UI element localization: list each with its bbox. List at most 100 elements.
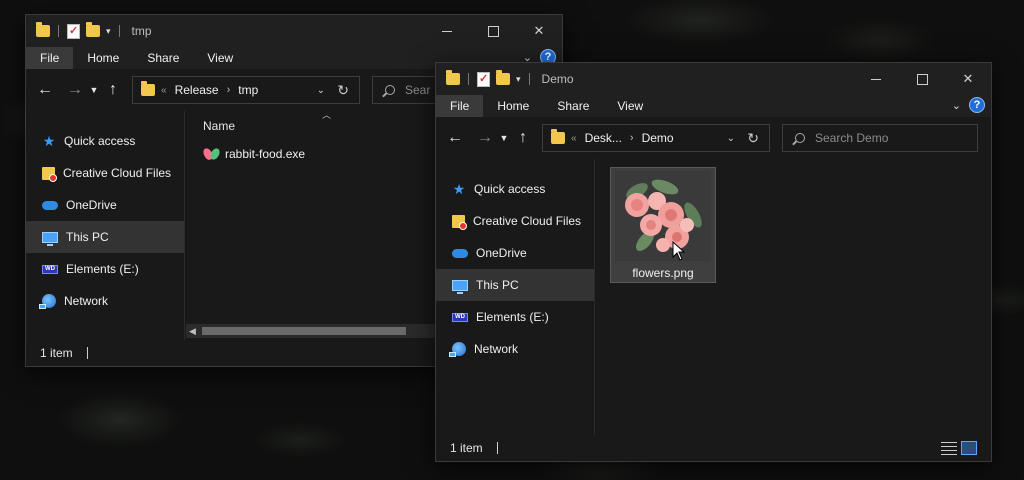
overflow-chevron-icon[interactable]: «: [161, 85, 167, 96]
search-placeholder: Search Demo: [815, 131, 889, 145]
sidebar-item-label: Creative Cloud Files: [63, 166, 172, 180]
sidebar-item-onedrive[interactable]: OneDrive: [26, 189, 184, 221]
close-button[interactable]: ✕: [516, 15, 562, 47]
toolbar-separator: [118, 25, 120, 37]
file-item[interactable]: rabbit-food.exe: [203, 147, 305, 161]
tab-view[interactable]: View: [193, 47, 247, 69]
breadcrumb-demo[interactable]: Demo: [642, 131, 674, 145]
tab-home[interactable]: Home: [483, 95, 543, 117]
large-icons-view-icon[interactable]: [961, 441, 977, 455]
caption-buttons: ✕: [424, 15, 562, 47]
forward-arrow-icon[interactable]: →: [64, 81, 86, 99]
exe-app-icon: [203, 147, 219, 161]
breadcrumb-tmp[interactable]: tmp: [238, 83, 258, 97]
toolbar-separator: [58, 25, 59, 37]
sidebar-item-quick-access[interactable]: ★ Quick access: [436, 173, 594, 205]
new-folder-icon[interactable]: [86, 22, 100, 37]
breadcrumb-separator-icon[interactable]: ›: [227, 84, 231, 96]
refresh-icon[interactable]: ↻: [747, 130, 759, 147]
toolbar-separator: [468, 73, 469, 85]
folder-icon[interactable]: [446, 70, 460, 85]
column-header-name[interactable]: Name: [203, 119, 235, 133]
sidebar-item-label: This PC: [66, 230, 109, 244]
properties-icon[interactable]: [477, 71, 490, 87]
tab-file[interactable]: File: [436, 95, 484, 117]
explorer-window-demo[interactable]: ▾ Demo ✕ File Home Share View ⌄ ? ← → ▼ …: [435, 62, 992, 462]
recent-locations-icon[interactable]: ▼: [86, 85, 102, 95]
address-dropdown-icon[interactable]: ⌄: [727, 133, 735, 144]
folder-icon[interactable]: [36, 22, 50, 37]
sidebar-item-network[interactable]: Network: [436, 333, 594, 365]
sidebar-item-elements[interactable]: WD Elements (E:): [436, 301, 594, 333]
breadcrumb-release[interactable]: Release: [175, 83, 219, 97]
breadcrumb-separator-icon[interactable]: ›: [630, 132, 634, 144]
title-bar[interactable]: ▾ Demo ✕: [436, 63, 991, 95]
sidebar-item-this-pc[interactable]: This PC: [26, 221, 184, 253]
address-bar[interactable]: « Release › tmp ⌄ ↻: [132, 76, 360, 104]
new-folder-icon[interactable]: [496, 70, 510, 85]
status-divider: [86, 347, 88, 359]
file-item-selected[interactable]: flowers.png: [610, 167, 716, 283]
minimize-icon: [871, 78, 881, 80]
details-view-icon[interactable]: [941, 442, 957, 456]
flowers-image: [615, 171, 711, 261]
sidebar-item-quick-access[interactable]: ★ Quick access: [26, 125, 184, 157]
ribbon-right: ⌄ ?: [952, 97, 985, 113]
minimize-button[interactable]: [853, 63, 899, 95]
sidebar-item-onedrive[interactable]: OneDrive: [436, 237, 594, 269]
sidebar-item-label: Quick access: [64, 134, 136, 148]
overflow-chevron-icon[interactable]: «: [571, 133, 577, 144]
scroll-left-icon[interactable]: ◀: [189, 324, 196, 338]
properties-icon[interactable]: [67, 23, 80, 39]
up-arrow-icon[interactable]: ↑: [512, 129, 534, 147]
navigation-bar: ← → ▼ ↑ « Desk... › Demo ⌄ ↻ Search Demo: [436, 117, 991, 159]
computer-icon: [42, 231, 58, 246]
back-arrow-icon[interactable]: ←: [34, 81, 56, 99]
forward-arrow-icon[interactable]: →: [474, 129, 496, 147]
sidebar-item-network[interactable]: Network: [26, 285, 184, 317]
maximize-button[interactable]: [899, 63, 945, 95]
tab-file[interactable]: File: [26, 47, 74, 69]
search-box[interactable]: Search Demo: [782, 124, 978, 152]
quick-access-toolbar: ▾ Demo: [436, 70, 574, 87]
tab-view[interactable]: View: [603, 95, 657, 117]
content-area: ★ Quick access Creative Cloud Files OneD…: [436, 159, 991, 435]
address-dropdown-icon[interactable]: ⌄: [317, 85, 325, 96]
sidebar-item-elements[interactable]: WD Elements (E:): [26, 253, 184, 285]
maximize-icon: [916, 73, 928, 85]
ribbon-tabs: File Home Share View ⌄ ?: [436, 95, 991, 117]
scrollbar-thumb[interactable]: [202, 327, 406, 335]
minimize-button[interactable]: [424, 15, 470, 47]
customize-toolbar-icon[interactable]: ▾: [516, 74, 521, 85]
back-arrow-icon[interactable]: ←: [444, 129, 466, 147]
sidebar-item-label: Network: [474, 342, 519, 356]
tab-share[interactable]: Share: [133, 47, 193, 69]
maximize-button[interactable]: [470, 15, 516, 47]
status-bar: 1 item: [436, 435, 991, 461]
up-arrow-icon[interactable]: ↑: [102, 81, 124, 99]
address-bar[interactable]: « Desk... › Demo ⌄ ↻: [542, 124, 770, 152]
search-box[interactable]: Sear: [372, 76, 442, 104]
sidebar-item-this-pc[interactable]: This PC: [436, 269, 594, 301]
refresh-icon[interactable]: ↻: [337, 82, 349, 99]
recent-locations-icon[interactable]: ▼: [496, 133, 512, 143]
quick-access-toolbar: ▾ tmp: [26, 22, 152, 39]
customize-toolbar-icon[interactable]: ▾: [106, 26, 111, 37]
help-icon[interactable]: ?: [969, 97, 985, 113]
tab-share[interactable]: Share: [543, 95, 603, 117]
close-icon: ✕: [962, 71, 974, 86]
sidebar-item-creative-cloud[interactable]: Creative Cloud Files: [26, 157, 184, 189]
caption-buttons: ✕: [853, 63, 991, 95]
expand-ribbon-icon[interactable]: ⌄: [952, 99, 961, 112]
sidebar-item-creative-cloud[interactable]: Creative Cloud Files: [436, 205, 594, 237]
title-bar[interactable]: ▾ tmp ✕: [26, 15, 562, 47]
sidebar-item-label: Elements (E:): [476, 310, 549, 324]
sidebar-item-label: OneDrive: [66, 198, 117, 212]
close-icon: ✕: [533, 23, 545, 38]
onedrive-cloud-icon: [42, 200, 58, 210]
tab-home[interactable]: Home: [73, 47, 133, 69]
close-button[interactable]: ✕: [945, 63, 991, 95]
breadcrumb-desktop[interactable]: Desk...: [585, 131, 622, 145]
folder-icon: [551, 129, 565, 144]
item-count: 1 item: [450, 441, 483, 455]
